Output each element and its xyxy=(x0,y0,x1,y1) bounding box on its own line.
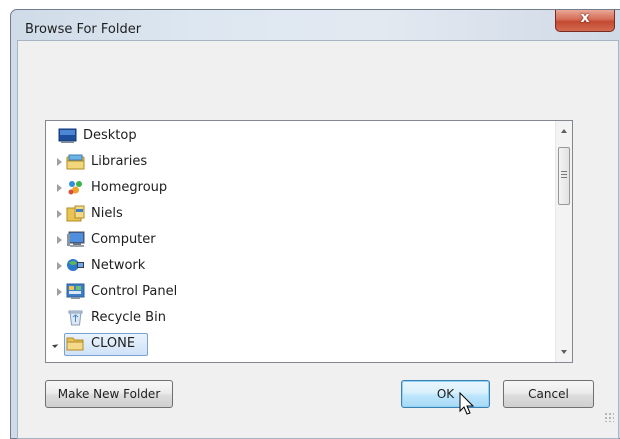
expand-arrow-icon[interactable] xyxy=(57,210,62,218)
dialog-title: Browse For Folder xyxy=(25,22,142,37)
expand-arrow-icon[interactable] xyxy=(57,288,62,296)
expand-arrow-icon[interactable] xyxy=(57,262,62,270)
title-bar[interactable]: Browse For Folder x xyxy=(11,10,620,40)
expand-arrow-icon[interactable] xyxy=(57,184,62,192)
tree-item-label: Libraries xyxy=(91,154,148,169)
tree-item-homegroup[interactable]: Homegroup xyxy=(46,176,556,202)
tree-item-recycle-bin[interactable]: Recycle Bin xyxy=(46,306,556,332)
network-icon xyxy=(67,259,84,271)
tree-item-label: Desktop xyxy=(83,128,137,143)
computer-icon xyxy=(67,231,85,247)
libraries-icon xyxy=(66,154,85,170)
recycle-bin-icon xyxy=(68,310,83,326)
tree-item-niels[interactable]: Niels xyxy=(46,202,556,228)
tree-item-label: Network xyxy=(91,258,146,273)
tree-item-control-panel[interactable]: Control Panel xyxy=(46,280,556,306)
tree-item-label: Computer xyxy=(91,232,156,247)
close-icon: x xyxy=(580,10,590,26)
grip-icon xyxy=(561,171,567,178)
tree-item-label: Niels xyxy=(91,206,123,221)
scrollbar-thumb[interactable] xyxy=(558,147,570,205)
cancel-button[interactable]: Cancel xyxy=(503,380,594,408)
homegroup-icon xyxy=(68,181,82,195)
folder-icon xyxy=(66,337,84,351)
collapse-arrow-icon[interactable] xyxy=(52,338,62,348)
expand-arrow-icon[interactable] xyxy=(57,158,62,166)
folder-tree[interactable]: Desktop Libraries Homegroup Niels Comput… xyxy=(45,120,573,363)
mouse-cursor-icon xyxy=(459,392,475,415)
expand-arrow-icon[interactable] xyxy=(57,236,62,244)
tree-item-desktop[interactable]: Desktop xyxy=(46,124,556,150)
scroll-down-arrow-icon[interactable] xyxy=(561,350,567,354)
tree-item-label: Homegroup xyxy=(91,180,168,195)
user-folder-icon xyxy=(66,205,85,222)
tree-item-label: CLONE xyxy=(91,336,136,351)
control-panel-icon xyxy=(66,283,85,299)
tree-item-libraries[interactable]: Libraries xyxy=(46,150,556,176)
tree-item-label: Recycle Bin xyxy=(91,310,166,325)
tree-item-clone[interactable]: CLONE xyxy=(46,332,556,358)
close-button[interactable]: x xyxy=(555,10,615,32)
vertical-scrollbar[interactable] xyxy=(555,121,572,362)
tree-item-label: Control Panel xyxy=(91,284,178,299)
make-new-folder-button[interactable]: Make New Folder xyxy=(45,380,173,408)
desktop-icon xyxy=(58,128,77,143)
tree-item-network[interactable]: Network xyxy=(46,254,556,280)
scroll-up-arrow-icon[interactable] xyxy=(561,129,567,133)
tree-item-computer[interactable]: Computer xyxy=(46,228,556,254)
resize-grip-icon[interactable] xyxy=(604,412,614,422)
